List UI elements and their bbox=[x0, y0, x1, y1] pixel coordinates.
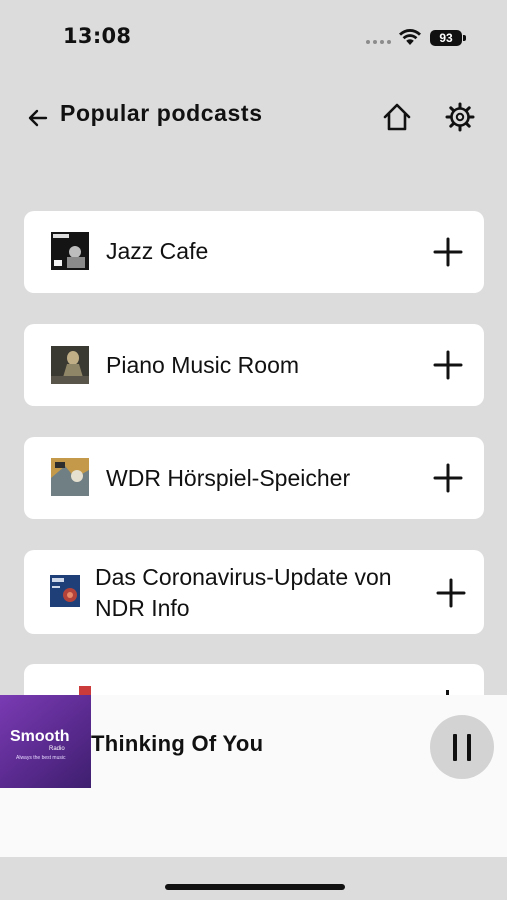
podcast-title-line-2: NDR Info bbox=[95, 595, 190, 621]
smooth-radio-art: Smooth Radio Always the best music bbox=[0, 695, 91, 788]
cellular-signal-icon bbox=[366, 40, 391, 44]
art-logo-text: Smooth bbox=[10, 728, 70, 745]
podcast-title: Das Coronavirus-Update von NDR Info bbox=[95, 562, 392, 624]
piano-music-room-art bbox=[51, 346, 89, 384]
status-bar: 13:08 93 bbox=[0, 0, 507, 78]
list-item-piano-music-room[interactable]: Piano Music Room bbox=[24, 324, 484, 406]
podcast-title-line-1: Das Coronavirus-Update von bbox=[95, 564, 392, 590]
battery-tip bbox=[463, 35, 466, 41]
pause-button[interactable] bbox=[430, 715, 494, 779]
pause-icon-bar-left bbox=[453, 734, 457, 761]
art-logo-tagline: Always the best music bbox=[16, 755, 66, 761]
podcast-title: Jazz Cafe bbox=[106, 238, 209, 264]
status-time: 13:08 bbox=[63, 24, 132, 48]
add-icon[interactable] bbox=[431, 348, 465, 382]
add-icon[interactable] bbox=[434, 576, 468, 610]
add-icon[interactable] bbox=[431, 235, 465, 269]
jazz-cafe-art bbox=[51, 232, 89, 270]
home-indicator[interactable] bbox=[165, 884, 345, 890]
list-item-ndr-coronavirus-update[interactable]: Das Coronavirus-Update von NDR Info bbox=[24, 550, 484, 634]
list-item-jazz-cafe[interactable]: Jazz Cafe bbox=[24, 211, 484, 293]
ndr-coronavirus-art bbox=[50, 575, 80, 607]
gear-icon[interactable] bbox=[443, 100, 477, 134]
wifi-icon bbox=[399, 29, 421, 45]
bottom-band bbox=[0, 857, 507, 900]
now-playing-title: Thinking Of You bbox=[91, 731, 264, 756]
battery-indicator: 93 bbox=[430, 30, 462, 46]
back-arrow-icon[interactable] bbox=[24, 104, 52, 132]
wdr-hoerspiel-art bbox=[51, 458, 89, 496]
now-playing-bar[interactable]: Smooth Radio Always the best music Think… bbox=[0, 695, 507, 857]
page-title: Popular podcasts bbox=[60, 100, 263, 126]
header: Popular podcasts bbox=[0, 90, 507, 146]
pause-icon-bar-right bbox=[467, 734, 471, 761]
art-logo-subtext: Radio bbox=[49, 746, 65, 752]
podcast-title: Piano Music Room bbox=[106, 352, 300, 378]
list-item-wdr-hoerspiel-speicher[interactable]: WDR Hörspiel-Speicher bbox=[24, 437, 484, 519]
home-icon[interactable] bbox=[380, 100, 414, 134]
podcast-title: WDR Hörspiel-Speicher bbox=[106, 465, 351, 491]
add-icon[interactable] bbox=[431, 461, 465, 495]
